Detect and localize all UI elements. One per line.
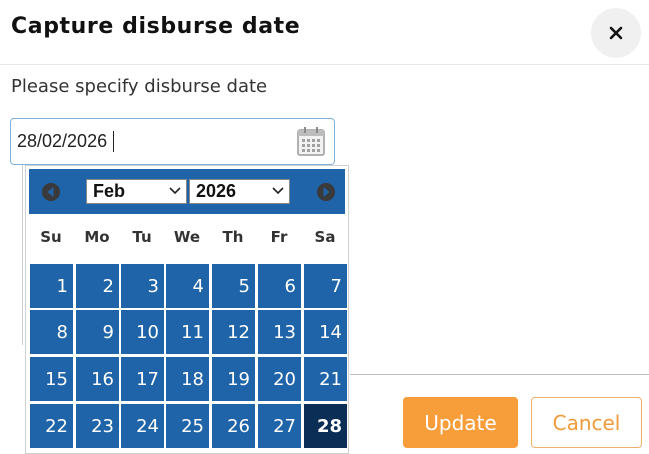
calendar-day[interactable]: 6 — [258, 264, 301, 308]
weekday-label: We — [173, 228, 201, 246]
year-select-value: 2026 — [196, 181, 237, 201]
weekday-label: Tu — [132, 228, 152, 246]
calendar-day[interactable]: 24 — [121, 404, 164, 448]
calendar-day[interactable]: 14 — [304, 310, 347, 354]
calendar-day[interactable]: 20 — [258, 357, 301, 401]
chevron-down-icon — [169, 187, 181, 195]
cancel-button[interactable]: Cancel — [531, 397, 642, 448]
calendar-day[interactable]: 23 — [76, 404, 119, 448]
calendar-day[interactable]: 3 — [121, 264, 164, 308]
calendar-day[interactable]: 27 — [258, 404, 301, 448]
datepicker-header: Feb 2026 — [29, 169, 345, 214]
calendar-day[interactable]: 25 — [166, 404, 209, 448]
weekday-label: Su — [40, 228, 62, 246]
calendar-day[interactable]: 12 — [212, 310, 255, 354]
weekday-label: Mo — [84, 228, 110, 246]
calendar-day[interactable]: 16 — [76, 357, 119, 401]
close-icon — [609, 26, 623, 40]
calendar-day[interactable]: 18 — [166, 357, 209, 401]
datepicker-popup: Feb 2026 Su Mo Tu We Th Fr Sa 1 2 3 4 5 6 7 8 9 10 11 12 1… — [25, 165, 349, 454]
calendar-day[interactable]: 21 — [304, 357, 347, 401]
calendar-day[interactable]: 1 — [30, 264, 73, 308]
calendar-day[interactable]: 17 — [121, 357, 164, 401]
year-select[interactable]: 2026 — [189, 179, 290, 204]
calendar-day[interactable]: 26 — [212, 404, 255, 448]
calendar-day[interactable]: 10 — [121, 310, 164, 354]
calendar-day[interactable]: 19 — [212, 357, 255, 401]
dialog-title: Capture disburse date — [11, 14, 301, 39]
dialog-body-border — [22, 165, 23, 345]
calendar-day[interactable]: 2 — [76, 264, 119, 308]
calendar-day[interactable]: 13 — [258, 310, 301, 354]
month-select[interactable]: Feb — [86, 179, 187, 204]
month-select-value: Feb — [93, 181, 126, 201]
next-month-icon[interactable] — [316, 182, 336, 202]
weekday-label: Th — [222, 228, 244, 246]
text-caret — [113, 131, 114, 152]
calendar-day[interactable]: 7 — [304, 264, 347, 308]
chevron-down-icon — [272, 187, 284, 195]
prev-month-icon[interactable] — [41, 182, 61, 202]
close-button[interactable] — [591, 8, 641, 58]
weekday-label: Sa — [314, 228, 336, 246]
calendar-day[interactable]: 11 — [166, 310, 209, 354]
calendar-day[interactable]: 9 — [76, 310, 119, 354]
disburse-date-label: Please specify disburse date — [11, 76, 268, 97]
update-button[interactable]: Update — [403, 397, 518, 448]
weekday-label: Fr — [270, 228, 288, 246]
calendar-day-selected[interactable]: 28 — [304, 404, 347, 448]
calendar-icon[interactable] — [297, 126, 325, 156]
calendar-day[interactable]: 8 — [30, 310, 73, 354]
calendar-day[interactable]: 22 — [30, 404, 73, 448]
disburse-date-field[interactable] — [10, 118, 335, 165]
calendar-day[interactable]: 5 — [212, 264, 255, 308]
calendar-day[interactable]: 15 — [30, 357, 73, 401]
footer-divider — [350, 374, 649, 375]
header-divider — [0, 64, 649, 65]
disburse-date-input[interactable] — [17, 119, 287, 164]
calendar-day[interactable]: 4 — [166, 264, 209, 308]
